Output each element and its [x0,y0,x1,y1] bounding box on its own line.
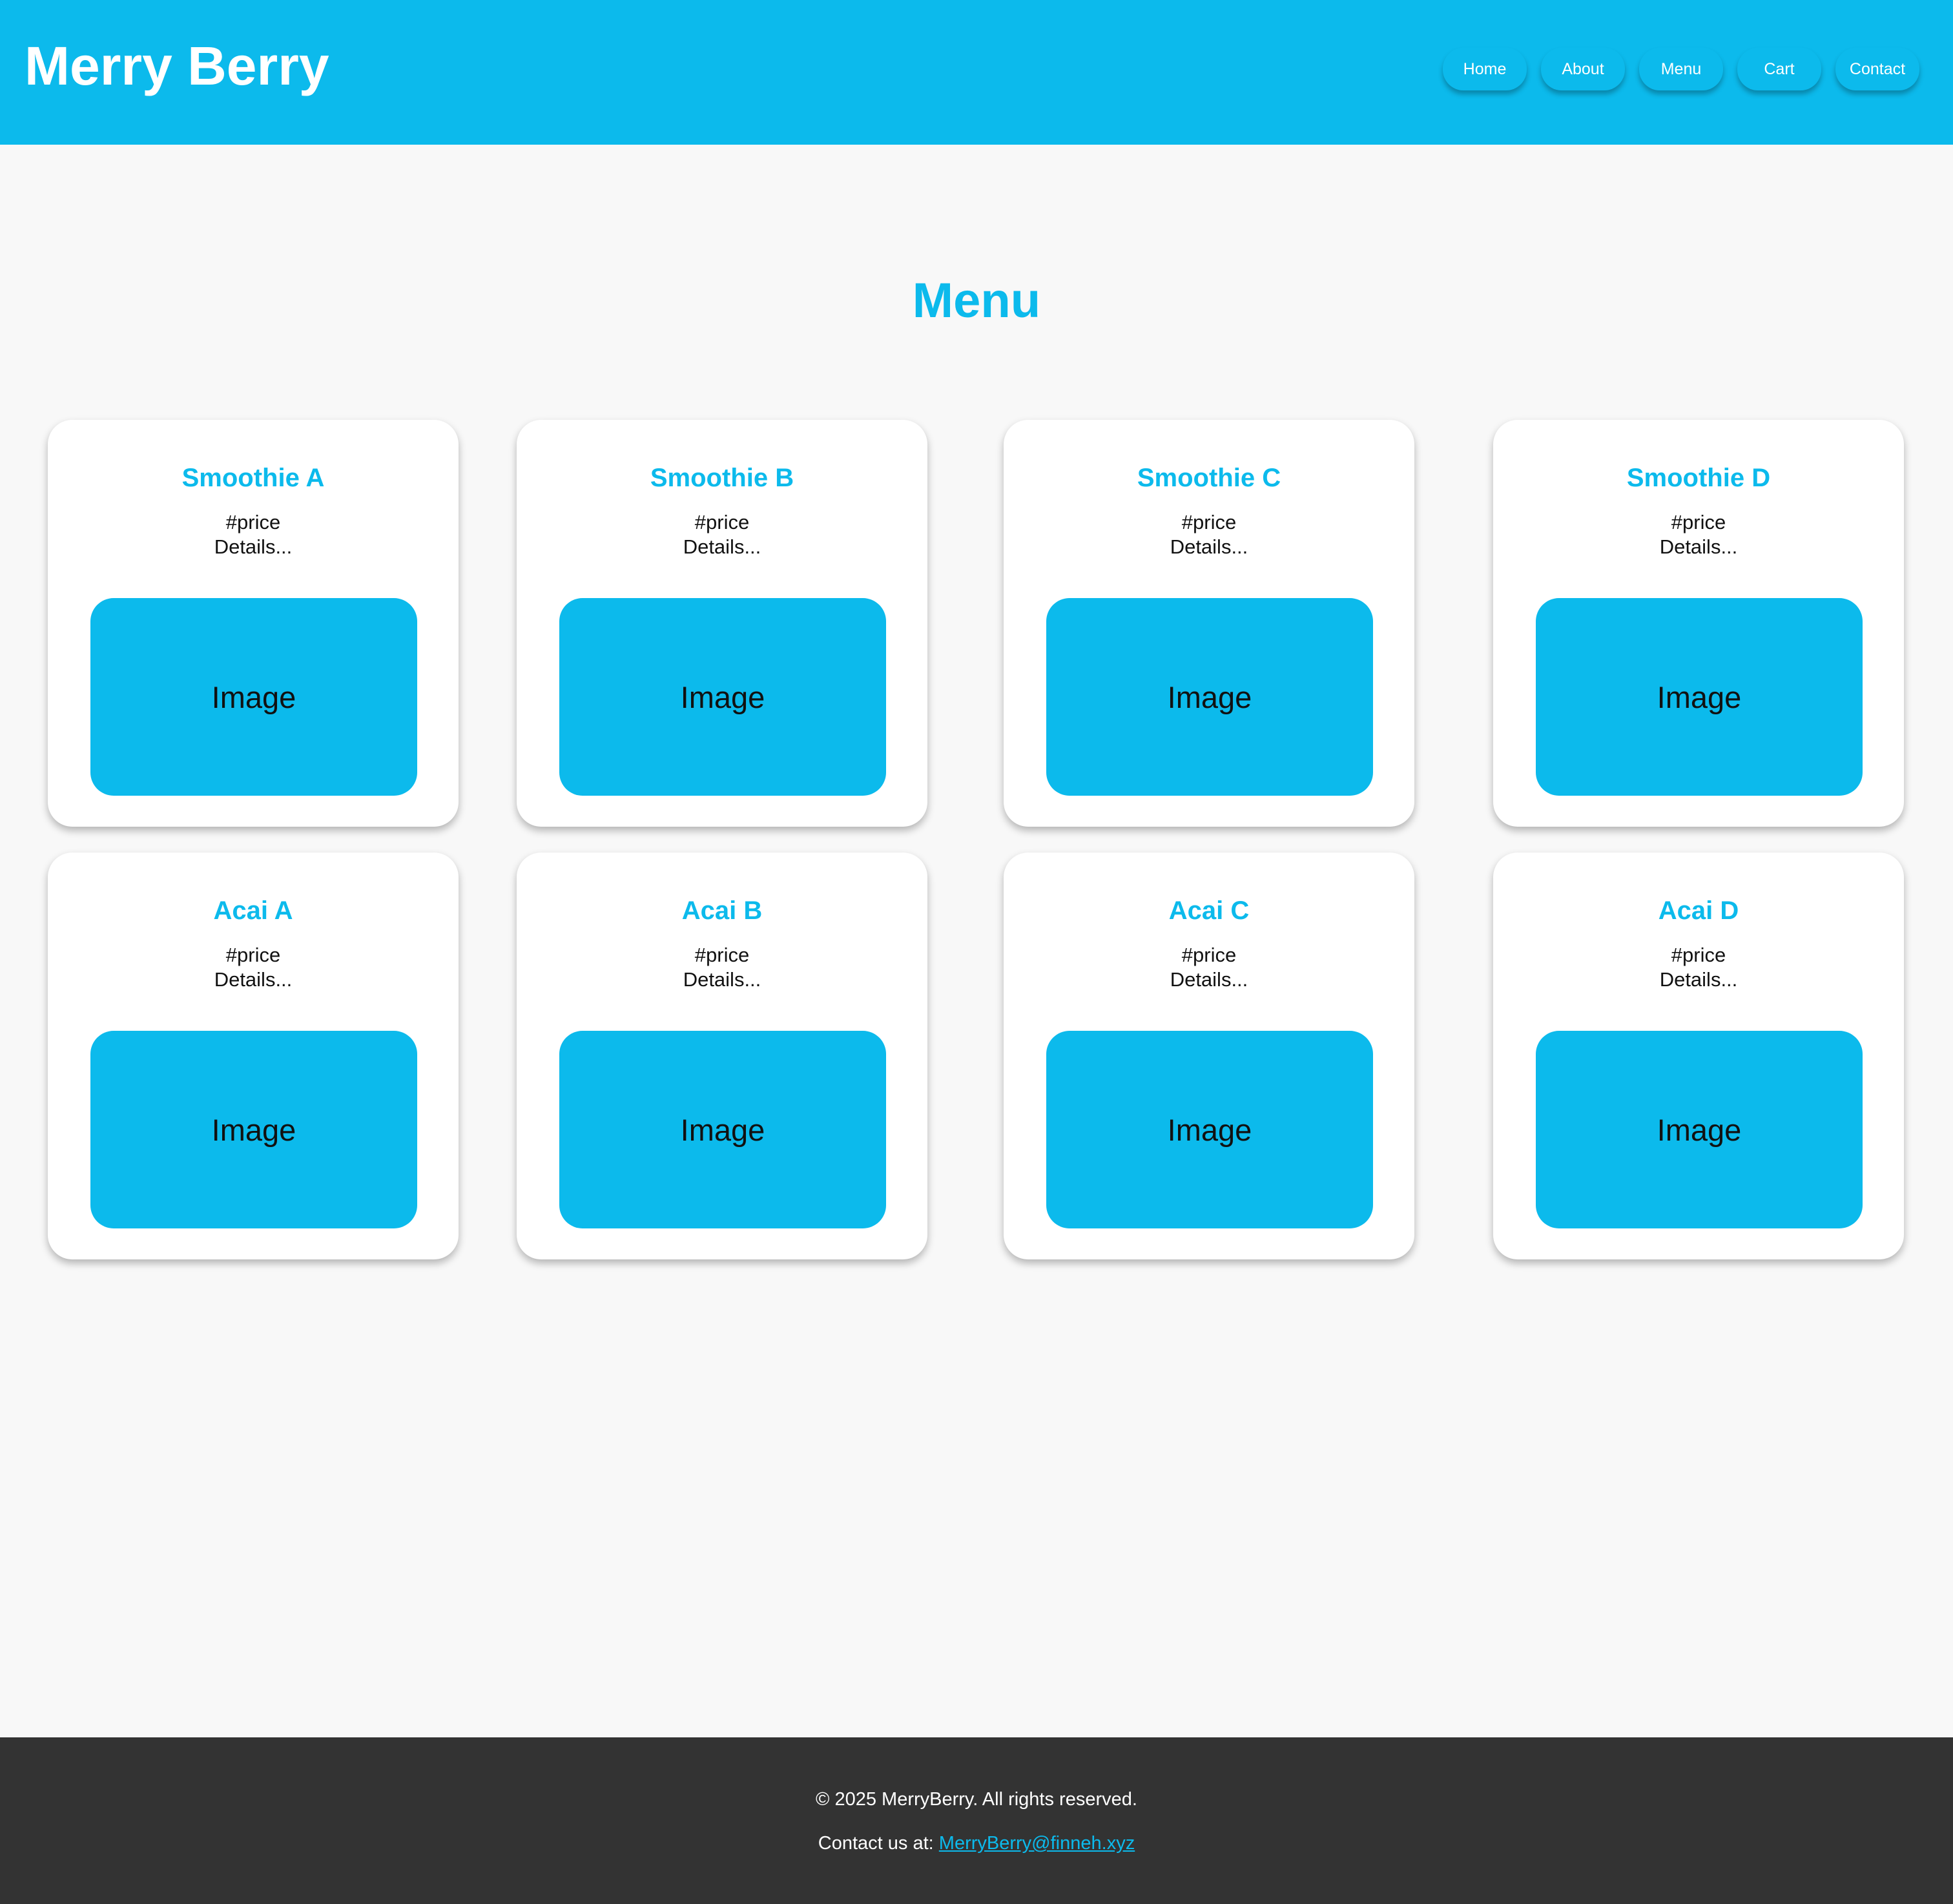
card-title: Acai B [681,896,763,925]
card-image-placeholder: Image [1536,598,1863,796]
card-title: Smoothie A [181,464,325,492]
card-details: Details... [683,968,761,991]
card-title: Acai A [213,896,293,925]
menu-card-acai-d[interactable]: Acai D #price Details... Image [1493,853,1904,1259]
card-details: Details... [1659,535,1738,558]
menu-card-acai-b[interactable]: Acai B #price Details... Image [517,853,927,1259]
nav-cart-button[interactable]: Cart [1737,48,1821,90]
card-image-placeholder: Image [559,598,886,796]
site-footer: © 2025 MerryBerry. All rights reserved. … [0,1737,1953,1904]
copyright-text: © 2025 MerryBerry. All rights reserved. [816,1789,1137,1810]
card-details: Details... [214,968,293,991]
card-price: #price [1181,944,1237,966]
brand-logo[interactable]: Merry Berry [25,34,329,99]
card-title: Acai C [1168,896,1250,925]
nav-menu-button[interactable]: Menu [1639,48,1723,90]
card-image-placeholder: Image [1536,1031,1863,1228]
card-details: Details... [683,535,761,558]
card-image-placeholder: Image [1046,598,1373,796]
nav-contact-button[interactable]: Contact [1835,48,1919,90]
nav-about-button[interactable]: About [1541,48,1625,90]
card-title: Smoothie C [1137,464,1281,492]
card-details: Details... [214,535,293,558]
menu-card-acai-c[interactable]: Acai C #price Details... Image [1004,853,1414,1259]
card-image-placeholder: Image [559,1031,886,1228]
main-nav: Home About Menu Cart Contact [1443,48,1919,90]
contact-email-link[interactable]: MerryBerry@finneh.xyz [939,1833,1135,1854]
card-image-placeholder: Image [1046,1031,1373,1228]
page-title: Menu [912,273,1041,328]
card-price: #price [694,944,750,966]
card-image-placeholder: Image [90,598,417,796]
menu-card-acai-a[interactable]: Acai A #price Details... Image [48,853,459,1259]
card-price: #price [1181,511,1237,533]
menu-card-smoothie-c[interactable]: Smoothie C #price Details... Image [1004,420,1414,827]
site-header: Merry Berry Home About Menu Cart Contact [0,0,1953,145]
contact-line: Contact us at: MerryBerry@finneh.xyz [0,1830,1953,1856]
menu-card-smoothie-d[interactable]: Smoothie D #price Details... Image [1493,420,1904,827]
card-price: #price [1671,511,1726,533]
menu-card-smoothie-a[interactable]: Smoothie A #price Details... Image [48,420,459,827]
card-details: Details... [1659,968,1738,991]
card-title: Smoothie D [1626,464,1771,492]
card-details: Details... [1170,535,1248,558]
card-details: Details... [1170,968,1248,991]
card-title: Acai D [1658,896,1739,925]
card-price: #price [694,511,750,533]
card-title: Smoothie B [650,464,794,492]
card-price: #price [225,944,281,966]
contact-prefix: Contact us at: [818,1833,939,1854]
card-image-placeholder: Image [90,1031,417,1228]
nav-home-button[interactable]: Home [1443,48,1527,90]
card-price: #price [1671,944,1726,966]
card-price: #price [225,511,281,533]
menu-card-smoothie-b[interactable]: Smoothie B #price Details... Image [517,420,927,827]
